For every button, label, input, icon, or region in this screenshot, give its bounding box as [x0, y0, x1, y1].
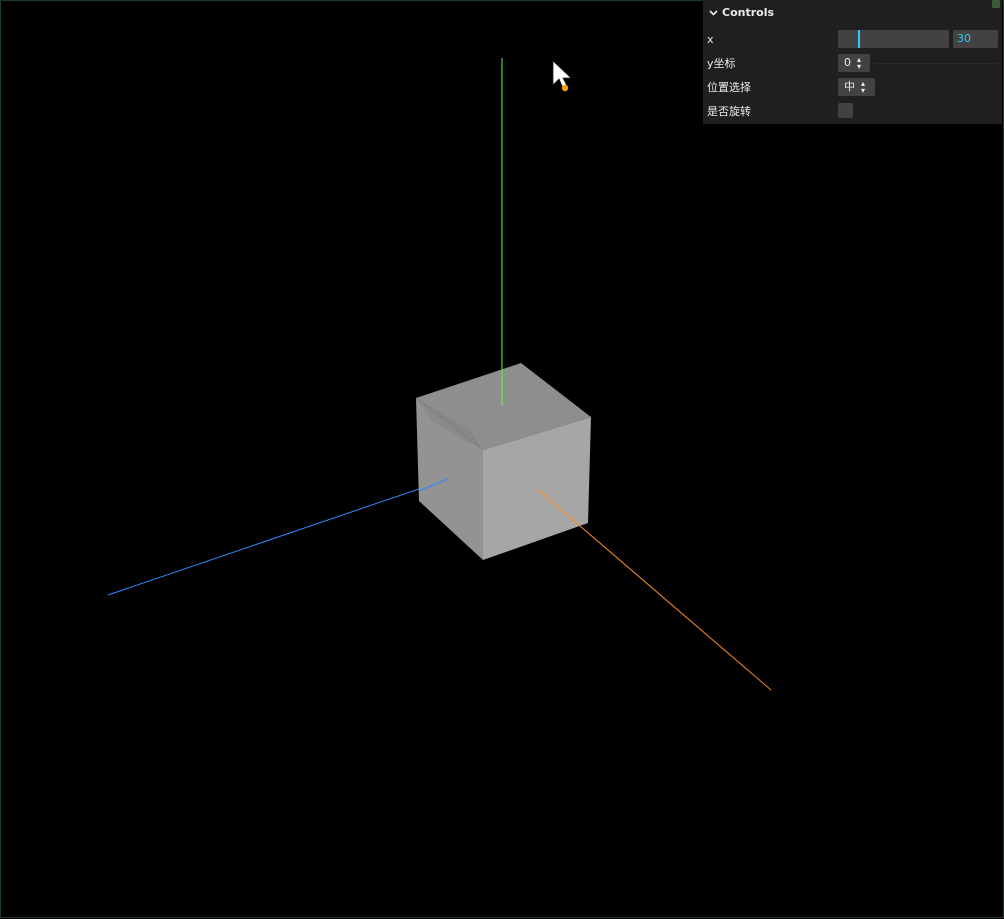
y-label: y坐标: [707, 57, 736, 70]
scene-canvas[interactable]: [1, 1, 1004, 919]
chevron-down-icon: [709, 9, 718, 16]
z-axis-line: [107, 478, 449, 596]
position-label: 位置选择: [707, 81, 751, 94]
y-select-value: 0: [844, 56, 851, 69]
three-viewport[interactable]: [0, 0, 1004, 918]
panel-corner-indicator: [992, 0, 1000, 8]
select-arrows-icon: ▴ ▾: [861, 79, 866, 95]
rotate-controller: 是否旋转: [703, 99, 1002, 123]
position-controller: 位置选择 中 ▴ ▾: [703, 75, 1002, 99]
x-slider[interactable]: [838, 30, 949, 48]
y-controller: y坐标 0 ▴ ▾: [703, 51, 1002, 75]
position-select-value: 中: [844, 80, 855, 93]
x-label: x: [707, 32, 714, 46]
rotate-label: 是否旋转: [707, 105, 751, 118]
arrow-cursor-icon: [552, 60, 573, 92]
y-divider: [874, 63, 998, 64]
y-select[interactable]: 0 ▴ ▾: [838, 54, 870, 72]
rotate-checkbox[interactable]: [838, 103, 853, 118]
controls-title: Controls: [722, 5, 775, 19]
controls-header[interactable]: Controls: [703, 0, 1002, 24]
select-arrows-icon: ▴ ▾: [857, 55, 862, 71]
position-select[interactable]: 中 ▴ ▾: [838, 78, 875, 96]
x-number-input[interactable]: 30: [953, 30, 998, 48]
x-slider-thumb[interactable]: [858, 30, 860, 48]
x-controller: x 30: [703, 27, 1002, 51]
controls-panel: Controls x 30 y坐标 0 ▴ ▾ 位置选择 中 ▴ ▾ 是否旋转: [703, 0, 1002, 124]
x-axis-line: [536, 488, 772, 691]
